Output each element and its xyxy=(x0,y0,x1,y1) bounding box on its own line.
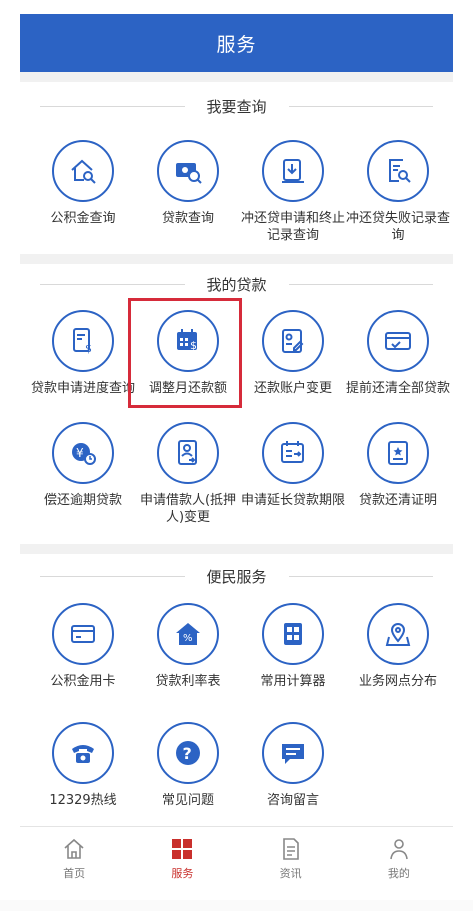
calendar-extend-icon xyxy=(262,422,324,484)
section-title-query: 我要查询 xyxy=(40,94,434,118)
card-icon xyxy=(52,603,114,665)
page-header: 服务 xyxy=(20,14,453,72)
grid-icon xyxy=(172,838,193,859)
yen-coin-icon: ¥ xyxy=(52,422,114,484)
account-edit-icon xyxy=(262,310,324,372)
doc-search-icon xyxy=(367,140,429,202)
doc-dollar-icon: $ xyxy=(52,310,114,372)
phone-icon xyxy=(52,722,114,784)
svg-text:¥: ¥ xyxy=(76,446,84,460)
service-item-repay-overdue-loan[interactable]: ¥ 偿还逾期贷款 xyxy=(29,422,137,509)
home-icon xyxy=(64,838,84,859)
service-item-repayment-failure-query[interactable]: 冲还贷失败记录查询 xyxy=(344,140,452,244)
house-search-icon xyxy=(52,140,114,202)
service-item-early-full-repayment[interactable]: 提前还清全部贷款 xyxy=(344,310,452,397)
svg-text:$: $ xyxy=(85,342,92,355)
service-item-branch-locations[interactable]: 业务网点分布 xyxy=(344,603,452,690)
tab-home[interactable]: 首页 xyxy=(20,827,128,890)
service-item-loan-query[interactable]: 贷款查询 xyxy=(134,140,242,227)
service-item-repayment-record-query[interactable]: 冲还贷申请和终止记录查询 xyxy=(239,140,347,244)
card-check-icon xyxy=(367,310,429,372)
person-icon xyxy=(390,838,408,859)
service-item-loan-progress-query[interactable]: $ 贷款申请进度查询 xyxy=(29,310,137,397)
svg-text:%: % xyxy=(183,633,193,644)
section-divider xyxy=(20,544,453,554)
service-item-change-borrower[interactable]: 申请借款人(抵押人)变更 xyxy=(134,422,242,526)
section-divider xyxy=(20,254,453,264)
tab-label: 首页 xyxy=(63,866,86,880)
certificate-icon xyxy=(367,422,429,484)
service-item-calculator[interactable]: 常用计算器 xyxy=(239,603,347,690)
service-item-loan-payoff-certificate[interactable]: 贷款还清证明 xyxy=(344,422,452,509)
bottom-edge xyxy=(0,900,473,911)
tab-me[interactable]: 我的 xyxy=(345,827,453,890)
section-title-services: 便民服务 xyxy=(40,564,434,588)
person-swap-icon xyxy=(157,422,219,484)
section-title-loans: 我的贷款 xyxy=(40,272,434,296)
service-item-fund-card[interactable]: 公积金用卡 xyxy=(29,603,137,690)
page-title: 服务 xyxy=(216,33,257,56)
svg-text:$: $ xyxy=(190,339,197,352)
tab-service[interactable]: 服务 xyxy=(128,827,236,890)
service-item-adjust-monthly-repayment[interactable]: $ 调整月还款额 xyxy=(134,310,242,397)
bottom-tab-bar: 首页 服务 资讯 我的 xyxy=(20,826,453,890)
service-item-change-repayment-account[interactable]: 还款账户变更 xyxy=(239,310,347,397)
news-icon xyxy=(282,837,299,860)
service-item-hotline[interactable]: 12329热线 xyxy=(29,722,137,809)
calculator-icon xyxy=(262,603,324,665)
tab-label: 资讯 xyxy=(279,866,302,880)
service-item-consult-message[interactable]: 咨询留言 xyxy=(239,722,347,809)
tab-label: 服务 xyxy=(171,866,194,880)
card-search-icon xyxy=(157,140,219,202)
svg-text:?: ? xyxy=(183,744,192,763)
service-item-loan-rate-table[interactable]: % 贷款利率表 xyxy=(134,603,242,690)
tab-news[interactable]: 资讯 xyxy=(237,827,345,890)
service-item-faq[interactable]: ? 常见问题 xyxy=(134,722,242,809)
doc-download-icon xyxy=(262,140,324,202)
house-percent-icon: % xyxy=(157,603,219,665)
question-icon: ? xyxy=(157,722,219,784)
service-item-housing-fund-query[interactable]: 公积金查询 xyxy=(29,140,137,227)
map-pin-icon xyxy=(367,603,429,665)
tab-label: 我的 xyxy=(387,866,410,880)
message-icon xyxy=(262,722,324,784)
section-divider xyxy=(20,72,453,82)
service-item-extend-loan-term[interactable]: 申请延长贷款期限 xyxy=(239,422,347,509)
calendar-dollar-icon: $ xyxy=(157,310,219,372)
